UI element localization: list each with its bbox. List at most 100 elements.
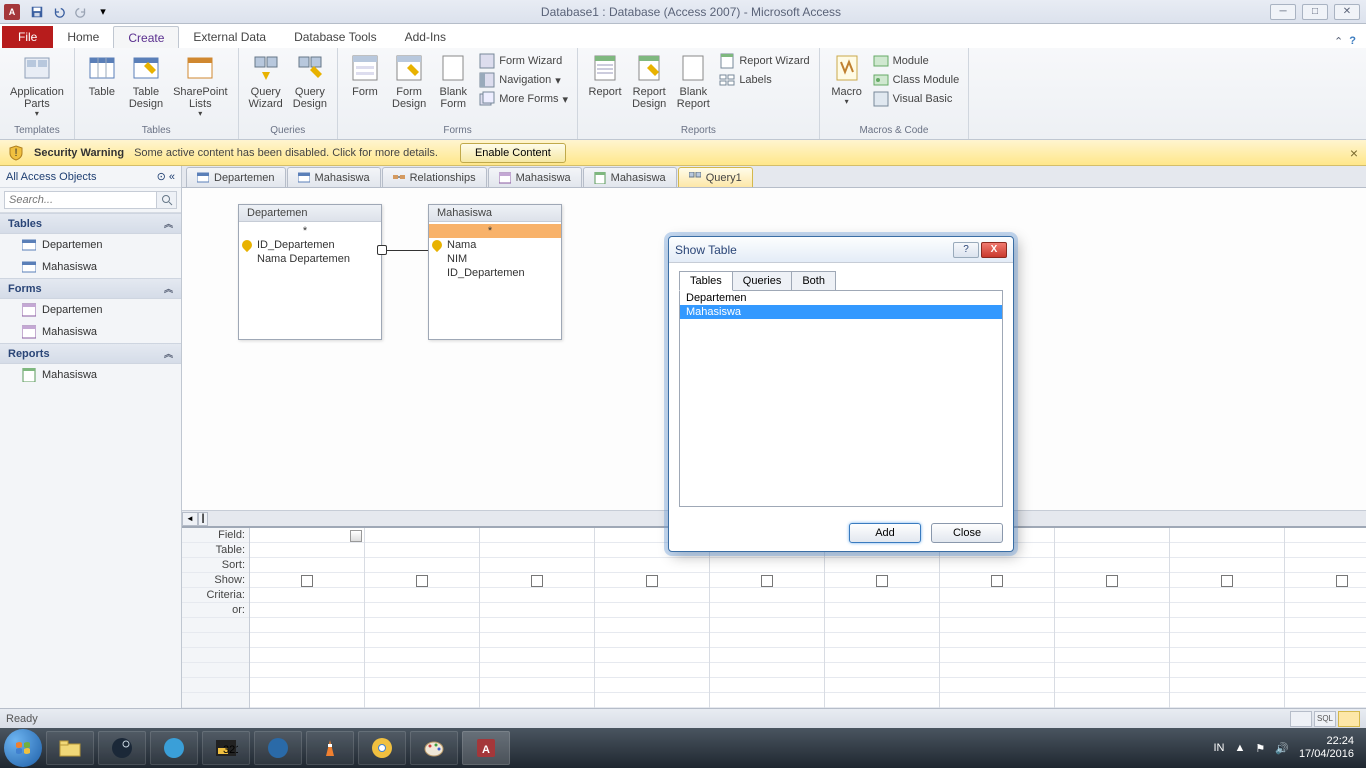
doc-tab-departemen[interactable]: Departemen — [186, 167, 286, 187]
dialog-table-list[interactable]: Departemen Mahasiswa — [679, 290, 1003, 507]
tab-home[interactable]: Home — [53, 26, 113, 48]
application-parts-button[interactable]: Application Parts▾ — [6, 50, 68, 122]
query-wizard-button[interactable]: Query Wizard — [245, 50, 287, 122]
taskbar-vlc[interactable] — [306, 731, 354, 765]
list-item-mahasiswa[interactable]: Mahasiswa — [680, 305, 1002, 319]
tray-lang[interactable]: IN — [1213, 742, 1224, 754]
taskbar-paint[interactable] — [410, 731, 458, 765]
nav-report-mahasiswa[interactable]: Mahasiswa — [0, 364, 181, 386]
taskbar-chrome[interactable] — [358, 731, 406, 765]
nav-category-tables[interactable]: Tables︽ — [0, 213, 181, 234]
form-wizard-button[interactable]: Form Wizard — [476, 52, 571, 70]
table-icon — [197, 172, 209, 184]
doc-tab-mahasiswa-2[interactable]: Mahasiswa — [488, 167, 582, 187]
taskbar-explorer[interactable] — [46, 731, 94, 765]
title-bar: A ▾ Database1 : Database (Access 2007) -… — [0, 0, 1366, 24]
taskbar: 321 A IN ▲ ⚑ 🔊 22:24 17/04/2016 — [0, 728, 1366, 768]
navigation-button[interactable]: Navigation ▾ — [476, 71, 571, 89]
nav-category-reports[interactable]: Reports︽ — [0, 343, 181, 364]
dialog-close-button[interactable]: X — [981, 242, 1007, 258]
minimize-ribbon-icon[interactable]: ⌃ — [1334, 35, 1343, 48]
search-icon[interactable] — [157, 191, 177, 209]
clock[interactable]: 22:24 17/04/2016 — [1299, 735, 1354, 761]
table-box-departemen[interactable]: Departemen * ID_Departemen Nama Departem… — [238, 204, 382, 340]
dialog-tab-both[interactable]: Both — [791, 271, 836, 291]
module-button[interactable]: Module — [870, 52, 963, 70]
undo-icon[interactable] — [50, 3, 68, 21]
macro-button[interactable]: Macro▾ — [826, 50, 868, 122]
form-button[interactable]: Form — [344, 50, 386, 122]
taskbar-app-2[interactable] — [254, 731, 302, 765]
close-button[interactable]: ✕ — [1334, 4, 1360, 20]
visual-basic-button[interactable]: Visual Basic — [870, 90, 963, 108]
datasheet-view-icon[interactable] — [1290, 711, 1312, 727]
file-tab[interactable]: File — [2, 26, 53, 48]
sharepoint-lists-button[interactable]: SharePoint Lists▾ — [169, 50, 231, 122]
table-design-button[interactable]: Table Design — [125, 50, 167, 122]
report-wizard-button[interactable]: Report Wizard — [716, 52, 812, 70]
nav-table-departemen[interactable]: Departemen — [0, 234, 181, 256]
search-input[interactable] — [4, 191, 157, 209]
tab-database-tools[interactable]: Database Tools — [280, 26, 391, 48]
dialog-help-button[interactable]: ? — [953, 242, 979, 258]
restore-button[interactable]: □ — [1302, 4, 1328, 20]
dialog-tab-tables[interactable]: Tables — [679, 271, 733, 291]
ribbon-group-templates: Application Parts▾ Templates — [0, 48, 75, 139]
help-icon[interactable]: ? — [1349, 35, 1356, 48]
qat-customize-icon[interactable]: ▾ — [94, 3, 112, 21]
taskbar-mpc[interactable]: 321 — [202, 731, 250, 765]
dialog-title-bar[interactable]: Show Table ? X — [669, 237, 1013, 263]
nav-header[interactable]: All Access Objects ⊙ « — [0, 166, 181, 188]
nav-form-departemen[interactable]: Departemen — [0, 299, 181, 321]
blank-form-button[interactable]: Blank Form — [432, 50, 474, 122]
class-module-button[interactable]: Class Module — [870, 71, 963, 89]
form-icon — [499, 172, 511, 184]
tab-external-data[interactable]: External Data — [179, 26, 280, 48]
doc-tab-mahasiswa-1[interactable]: Mahasiswa — [287, 167, 381, 187]
sql-view-icon[interactable]: SQL — [1314, 711, 1336, 727]
action-center-icon[interactable]: ⚑ — [1255, 742, 1265, 755]
volume-icon[interactable]: 🔊 — [1275, 742, 1289, 755]
ribbon-group-tables: Table Table Design SharePoint Lists▾ Tab… — [75, 48, 239, 139]
table-box-mahasiswa[interactable]: Mahasiswa * Nama NIM ID_Departemen — [428, 204, 562, 340]
nav-category-forms[interactable]: Forms︽ — [0, 278, 181, 299]
taskbar-steam[interactable] — [98, 731, 146, 765]
dialog-tab-queries[interactable]: Queries — [732, 271, 793, 291]
window-title: Database1 : Database (Access 2007) - Mic… — [112, 5, 1270, 19]
security-warning-message[interactable]: Some active content has been disabled. C… — [134, 147, 438, 159]
nav-form-mahasiswa[interactable]: Mahasiswa — [0, 321, 181, 343]
report-button[interactable]: Report — [584, 50, 626, 122]
taskbar-app-1[interactable] — [150, 731, 198, 765]
labels-button[interactable]: Labels — [716, 71, 812, 89]
minimize-button[interactable]: ─ — [1270, 4, 1296, 20]
nav-table-mahasiswa[interactable]: Mahasiswa — [0, 256, 181, 278]
close-button[interactable]: Close — [931, 523, 1003, 543]
form-design-button[interactable]: Form Design — [388, 50, 430, 122]
table-button[interactable]: Table — [81, 50, 123, 122]
close-warning-icon[interactable]: × — [1350, 145, 1358, 161]
tab-addins[interactable]: Add-Ins — [391, 26, 460, 48]
app-icon: A — [4, 4, 20, 20]
doc-tab-mahasiswa-3[interactable]: Mahasiswa — [583, 167, 677, 187]
list-item-departemen[interactable]: Departemen — [680, 291, 1002, 305]
splitter-icon[interactable]: ┃ — [198, 512, 208, 526]
save-icon[interactable] — [28, 3, 46, 21]
query-design-button[interactable]: Query Design — [289, 50, 331, 122]
start-button[interactable] — [4, 729, 42, 767]
blank-report-button[interactable]: Blank Report — [672, 50, 714, 122]
scroll-left-icon[interactable]: ◄ — [182, 512, 198, 526]
report-icon — [594, 172, 606, 184]
nav-filter-dropdown-icon[interactable]: ⊙ « — [157, 170, 175, 183]
more-forms-button[interactable]: More Forms ▾ — [476, 90, 571, 108]
enable-content-button[interactable]: Enable Content — [460, 143, 566, 163]
redo-icon[interactable] — [72, 3, 90, 21]
form-icon — [22, 303, 36, 317]
show-hidden-icons[interactable]: ▲ — [1234, 742, 1245, 754]
doc-tab-relationships[interactable]: Relationships — [382, 167, 487, 187]
taskbar-access[interactable]: A — [462, 731, 510, 765]
add-button[interactable]: Add — [849, 523, 921, 543]
tab-create[interactable]: Create — [113, 26, 179, 48]
report-design-button[interactable]: Report Design — [628, 50, 670, 122]
doc-tab-query1[interactable]: Query1 — [678, 167, 753, 187]
design-view-icon[interactable] — [1338, 711, 1360, 727]
